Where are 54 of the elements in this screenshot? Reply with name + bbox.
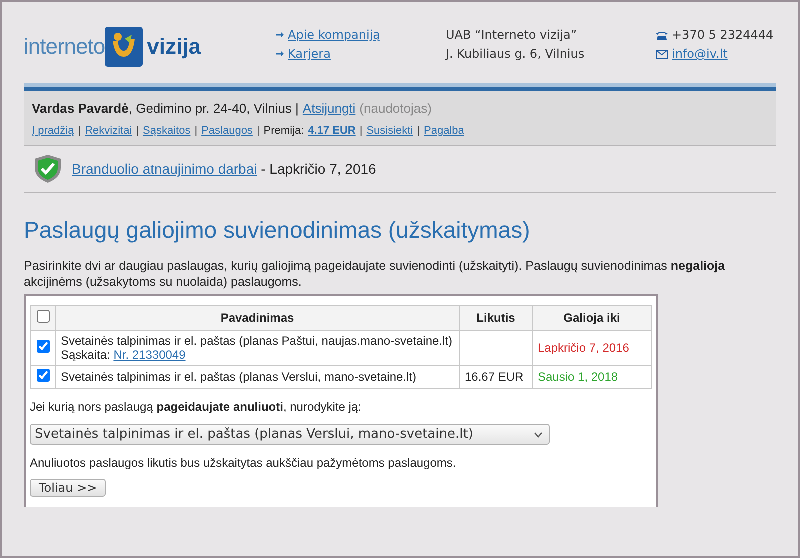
invoice-label: Sąskaita: bbox=[61, 348, 110, 362]
select-all-checkbox[interactable] bbox=[36, 310, 50, 323]
nav-link[interactable]: Paslaugos bbox=[202, 125, 253, 137]
nav-link[interactable]: Susisiekti bbox=[366, 125, 414, 137]
column-header: Likutis bbox=[460, 306, 532, 330]
service-name: Svetainės talpinimas ir el. paštas (planas Verslui, mano-svetaine.lt) bbox=[56, 366, 460, 388]
column-header: Pavadinimas bbox=[56, 306, 460, 330]
bonus-link[interactable]: 4.17 EUR bbox=[308, 125, 356, 137]
balance-cell: 16.67 EUR bbox=[460, 366, 532, 388]
user-address: , Gedimino pr. 24-40, Vilnius | bbox=[128, 101, 299, 116]
nav-separator: | bbox=[256, 125, 260, 137]
phone-number: +370 5 2324444 bbox=[672, 28, 774, 42]
nav-link[interactable]: Į pradžią bbox=[32, 125, 74, 137]
nav-separator: | bbox=[417, 125, 420, 137]
envelope-icon bbox=[656, 50, 668, 58]
nav-link[interactable]: Rekvizitai bbox=[85, 125, 132, 137]
nav-link[interactable]: Pagalba bbox=[424, 125, 464, 137]
nav-separator: | bbox=[136, 125, 139, 137]
company-info: J. Kubiliaus g. 6, Vilnius bbox=[446, 47, 586, 61]
shield-check-icon bbox=[34, 154, 62, 184]
next-button[interactable]: Toliau >> bbox=[30, 479, 106, 497]
nav-separator: | bbox=[194, 125, 198, 137]
company-info: UAB “Interneto vizija” bbox=[446, 28, 578, 42]
nav-link[interactable]: Sąskaitos bbox=[143, 125, 191, 137]
email-link[interactable]: info@iv.lt bbox=[672, 47, 728, 61]
page-title: Paslaugų galiojimo suvienodinimas (užskaitymas) bbox=[24, 217, 532, 244]
header-link[interactable]: Karjera bbox=[288, 47, 331, 61]
logo-icon bbox=[105, 26, 144, 66]
nav-label: Premija: bbox=[264, 125, 304, 137]
nav-separator: | bbox=[360, 125, 363, 137]
phone-icon bbox=[656, 30, 668, 40]
expiry-date: Sausio 1, 2018 bbox=[532, 366, 652, 388]
arrow-icon bbox=[276, 32, 284, 38]
cancel-prompt: Jei kurią nors paslaugą pageidaujate anuliuoti, nurodykite ją: bbox=[30, 400, 362, 414]
arrow-icon bbox=[276, 51, 284, 57]
service-name: Svetainės talpinimas ir el. paštas (planas Paštui, naujas.mano-svetaine.lt) bbox=[61, 334, 454, 348]
expiry-date: Lapkričio 7, 2016 bbox=[532, 330, 652, 366]
row-checkbox[interactable] bbox=[36, 369, 50, 382]
invoice-link[interactable]: Nr. 21330049 bbox=[114, 348, 186, 362]
column-header: Galioja iki bbox=[532, 306, 652, 330]
notice-link[interactable]: Branduolio atnaujinimo darbai bbox=[72, 161, 258, 177]
logout-link[interactable]: Atsijungti bbox=[302, 101, 356, 116]
logo-text: vizija bbox=[147, 34, 201, 60]
user-role: (naudotojas) bbox=[360, 101, 432, 116]
note-text: Anuliuotos paslaugos likutis bus užskaitytas aukščiau pažymėtoms paslaugoms. bbox=[30, 456, 458, 470]
service-dropdown[interactable]: Svetainės talpinimas ir el. paštas (planas Verslui, mano-svetaine.lt) bbox=[30, 424, 550, 445]
user-name: Vardas Pavardė bbox=[32, 101, 129, 116]
notice-date: - Lapkričio 7, 2016 bbox=[261, 161, 376, 177]
nav-separator: | bbox=[78, 125, 82, 137]
intro-text: Pasirinkite dvi ar daugiau paslaugas, kurių galiojimą pageidaujate suvienodinti (užskaityti). Paslaugų suvienodinimas negalioja akcijinėms (užsakytoms su nuolaida) paslaugoms. bbox=[24, 258, 726, 290]
row-checkbox[interactable] bbox=[36, 340, 50, 353]
chevron-icon bbox=[534, 432, 543, 438]
logo-text: interneto bbox=[24, 34, 106, 60]
header-link[interactable]: Apie kompaniją bbox=[288, 28, 381, 42]
